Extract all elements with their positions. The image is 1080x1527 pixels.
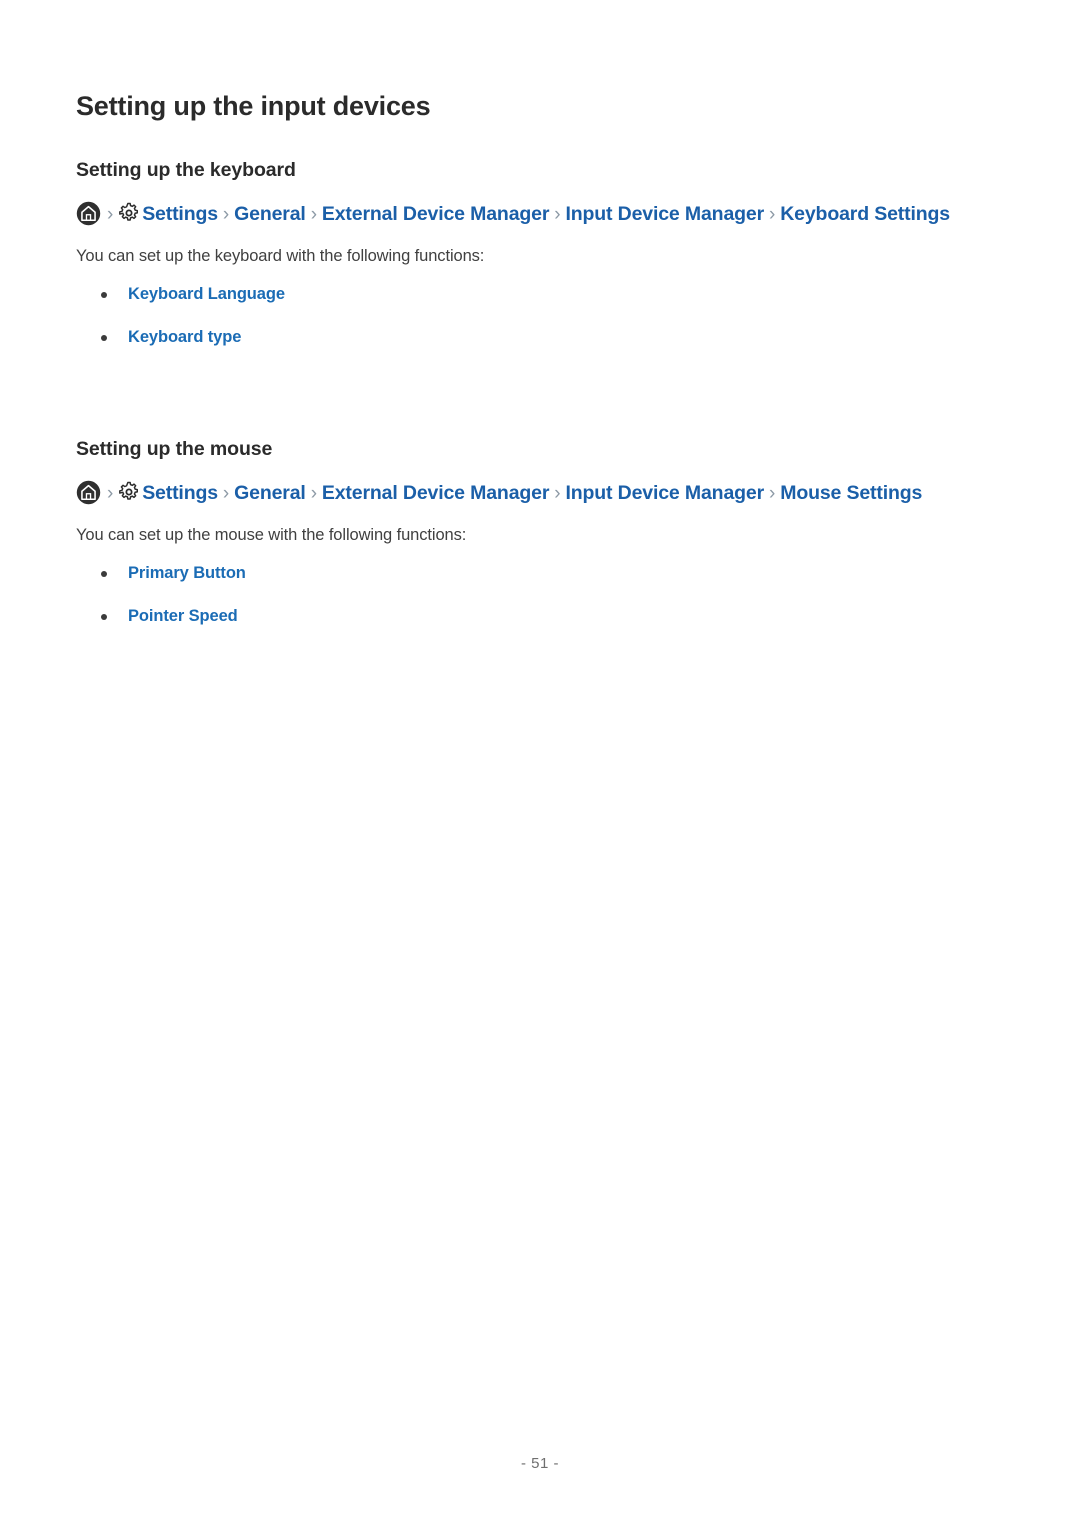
bullet-dot-icon — [101, 334, 107, 341]
section-intro-text: You can set up the keyboard with the fol… — [76, 247, 485, 266]
gear-icon[interactable] — [118, 202, 140, 224]
breadcrumb-crumb-settings[interactable]: Settings — [142, 482, 218, 504]
list-item[interactable]: Primary Button — [76, 562, 1006, 585]
breadcrumb-separator-icon: › — [554, 204, 561, 226]
breadcrumb-crumb-input-device-manager[interactable]: Input Device Manager — [565, 482, 764, 504]
function-list: Primary Button Pointer Speed — [76, 562, 1006, 627]
home-icon[interactable] — [76, 480, 101, 505]
home-icon[interactable] — [76, 201, 101, 226]
page-number: - 51 - — [520, 1455, 559, 1472]
breadcrumb-separator-icon: › — [769, 204, 776, 226]
bullet-dot-icon — [101, 571, 107, 578]
bullet-dot-icon — [101, 613, 107, 620]
breadcrumb-separator-icon: › — [107, 483, 114, 505]
breadcrumb-separator-icon: › — [769, 483, 776, 505]
breadcrumb-crumb-mouse-settings[interactable]: Mouse Settings — [780, 482, 922, 504]
breadcrumb: › Settings › General › External Device Manage… — [76, 479, 976, 508]
section-setting-up-the-keyboard: Setting up the keyboard › Settings › Genera… — [76, 158, 1006, 348]
list-item-label[interactable]: Primary Button — [128, 564, 246, 582]
breadcrumb-separator-icon: › — [554, 483, 561, 505]
breadcrumb-crumb-input-device-manager[interactable]: Input Device Manager — [565, 203, 764, 225]
function-list: Keyboard Language Keyboard type — [76, 283, 1006, 348]
section-title: Setting up the keyboard — [76, 159, 296, 181]
breadcrumb-separator-icon: › — [107, 204, 114, 226]
breadcrumb-crumb-keyboard-settings[interactable]: Keyboard Settings — [780, 203, 950, 225]
list-item-label[interactable]: Pointer Speed — [128, 607, 238, 625]
section-setting-up-the-mouse: Setting up the mouse › Settings › General › E… — [76, 437, 1006, 627]
breadcrumb-crumb-external-device-manager[interactable]: External Device Manager — [322, 203, 550, 225]
list-item[interactable]: Pointer Speed — [76, 605, 1006, 628]
breadcrumb-crumb-external-device-manager[interactable]: External Device Manager — [322, 482, 550, 504]
breadcrumb-crumb-settings[interactable]: Settings — [142, 203, 218, 225]
breadcrumb-separator-icon: › — [310, 483, 317, 505]
list-item-label[interactable]: Keyboard type — [128, 328, 241, 346]
section-title: Setting up the mouse — [76, 438, 273, 460]
manual-page: Setting up the input devices Setting up … — [0, 0, 1080, 1527]
bullet-dot-icon — [101, 292, 107, 299]
breadcrumb: › Settings › General › External Device Manage… — [76, 200, 976, 229]
breadcrumb-crumb-general[interactable]: General — [234, 482, 306, 504]
list-item[interactable]: Keyboard type — [76, 326, 1006, 349]
gear-icon[interactable] — [118, 481, 140, 503]
breadcrumb-crumb-general[interactable]: General — [234, 203, 306, 225]
page-title: Setting up the input devices — [76, 91, 431, 122]
breadcrumb-separator-icon: › — [222, 204, 230, 226]
section-intro-text: You can set up the mouse with the follow… — [76, 526, 467, 545]
list-item[interactable]: Keyboard Language — [76, 283, 1006, 306]
breadcrumb-separator-icon: › — [310, 204, 317, 226]
list-item-label[interactable]: Keyboard Language — [128, 285, 285, 303]
breadcrumb-separator-icon: › — [222, 483, 230, 505]
